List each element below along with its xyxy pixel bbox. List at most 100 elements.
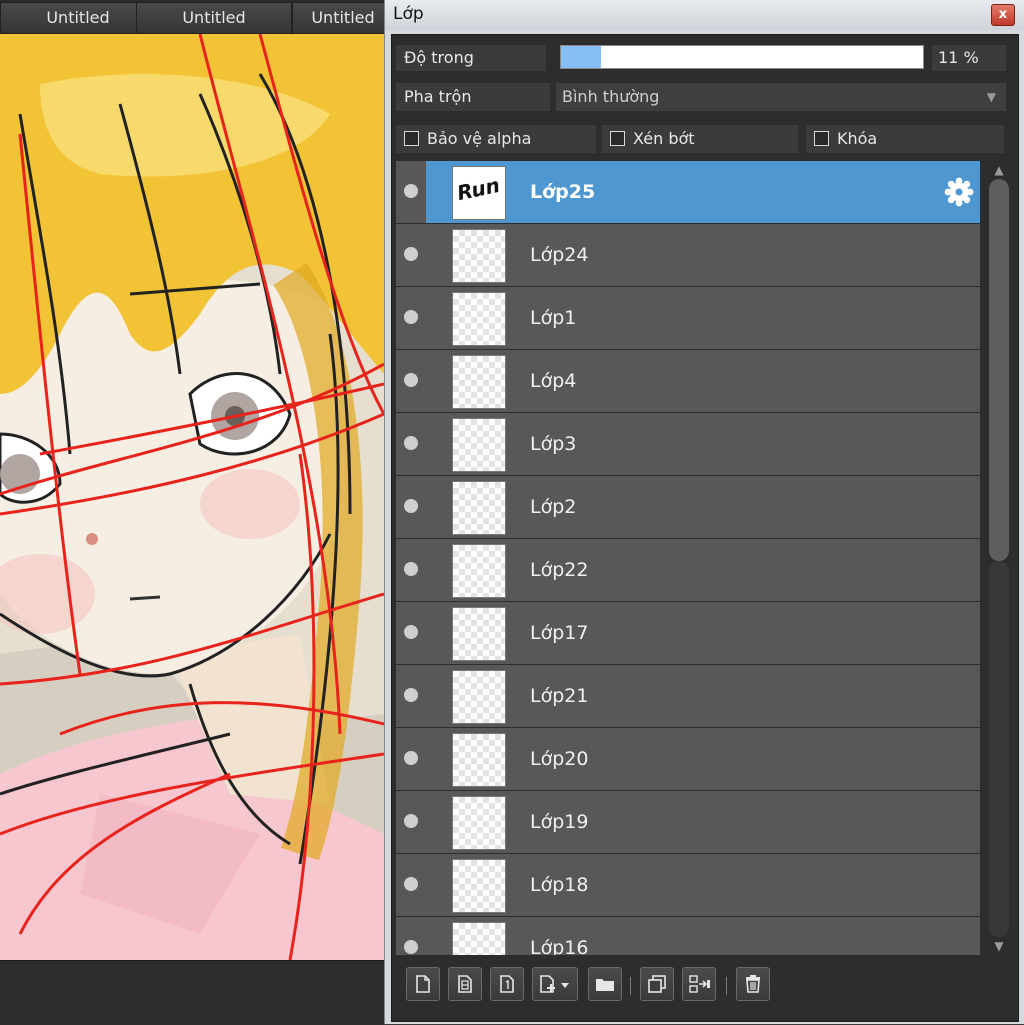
layer-name: Lớp22 (530, 559, 589, 581)
layer-name: Lớp3 (530, 433, 577, 455)
scroll-up-arrow-icon[interactable]: ▲ (990, 163, 1008, 177)
visibility-toggle[interactable] (396, 665, 426, 727)
opacity-slider[interactable] (560, 45, 924, 69)
visibility-toggle[interactable] (396, 854, 426, 916)
delete-layer-button[interactable] (736, 967, 770, 1001)
opacity-value[interactable]: 11 % (932, 45, 1006, 71)
drawing-canvas[interactable] (0, 34, 384, 960)
add-layer-menu-icon (540, 975, 569, 993)
lock-label: Khóa (837, 129, 878, 148)
layer-thumbnail (452, 544, 506, 598)
layer-thumbnail (452, 355, 506, 409)
layer-thumbnail (452, 418, 506, 472)
visibility-dot-icon (404, 184, 418, 198)
layer-row[interactable]: Lớp24 (396, 224, 980, 286)
visibility-dot-icon (404, 436, 418, 450)
new-layer-icon (416, 975, 430, 993)
visibility-dot-icon (404, 940, 418, 954)
scroll-track[interactable] (989, 561, 1009, 937)
panel-titlebar[interactable]: Lớp x (385, 0, 1024, 30)
visibility-dot-icon (404, 877, 418, 891)
document-tab-2[interactable]: Untitled (136, 2, 292, 34)
merge-down-icon (689, 975, 710, 993)
lock-option[interactable]: Khóa (806, 125, 1004, 153)
protect-alpha-option[interactable]: Bảo vệ alpha (396, 125, 596, 153)
visibility-toggle[interactable] (396, 602, 426, 664)
visibility-toggle[interactable] (396, 413, 426, 475)
visibility-toggle[interactable] (396, 287, 426, 349)
new-folder-button[interactable] (588, 967, 622, 1001)
clipping-option[interactable]: Xén bớt (602, 125, 798, 153)
thumbnail-text: Run (454, 172, 502, 206)
chevron-down-icon: ▼ (986, 90, 996, 104)
layer-panel: Lớp x Độ trong 11 % Pha trộn Bình thường… (384, 0, 1024, 1024)
visibility-toggle[interactable] (396, 161, 426, 223)
layer-row[interactable]: Lớp3 (396, 413, 980, 475)
layer-row[interactable]: Lớp20 (396, 728, 980, 790)
layer-thumbnail (452, 607, 506, 661)
visibility-toggle[interactable] (396, 224, 426, 286)
blend-mode-select[interactable]: Bình thường ▼ (556, 83, 1006, 111)
clipping-checkbox[interactable] (610, 131, 625, 146)
document-tabbar: Untitled Untitled Untitled (0, 0, 394, 35)
layer-thumbnail: Run (452, 166, 506, 220)
new-layer-button[interactable] (406, 967, 440, 1001)
visibility-toggle[interactable] (396, 476, 426, 538)
layer-name: Lớp17 (530, 622, 589, 644)
new-8bit-layer-button[interactable] (448, 967, 482, 1001)
layer-list[interactable]: Run Lớp25 Lớp24 Lớp1 Lớp4 Lớp3 Lớp2 Lớp22 Lớp17 L… (396, 161, 980, 955)
tab-label: Untitled (182, 8, 246, 27)
close-button[interactable]: x (991, 4, 1015, 26)
document-tab-3[interactable]: Untitled (292, 2, 394, 34)
layer-row[interactable]: Run Lớp25 (396, 161, 980, 223)
layer-row[interactable]: Lớp4 (396, 350, 980, 412)
panel-body: Độ trong 11 % Pha trộn Bình thường ▼ Bảo… (391, 34, 1019, 1022)
layer-thumbnail (452, 796, 506, 850)
blend-mode-value: Bình thường (562, 87, 660, 106)
visibility-dot-icon (404, 562, 418, 576)
layer-row[interactable]: Lớp18 (396, 854, 980, 916)
visibility-dot-icon (404, 310, 418, 324)
visibility-toggle[interactable] (396, 791, 426, 853)
layer-thumbnail (452, 859, 506, 913)
layer-row[interactable]: Lớp19 (396, 791, 980, 853)
artwork (0, 34, 384, 960)
add-layer-menu-button[interactable] (532, 967, 578, 1001)
layer-row[interactable]: Lớp21 (396, 665, 980, 727)
scroll-down-arrow-icon[interactable]: ▼ (990, 939, 1008, 953)
layer-name: Lớp25 (530, 181, 596, 203)
new-1bit-layer-button[interactable] (490, 967, 524, 1001)
layer-row[interactable]: Lớp2 (396, 476, 980, 538)
duplicate-layer-icon (648, 975, 666, 993)
visibility-dot-icon (404, 751, 418, 765)
opacity-label: Độ trong (396, 45, 546, 71)
layer-thumbnail (452, 670, 506, 724)
toolbar-divider (630, 977, 631, 995)
layer-row[interactable]: Lớp16 (396, 917, 980, 955)
blend-mode-label: Pha trộn (396, 83, 550, 111)
layer-name: Lớp19 (530, 811, 589, 833)
visibility-toggle[interactable] (396, 350, 426, 412)
document-tab-1[interactable]: Untitled (0, 2, 156, 34)
scroll-thumb[interactable] (989, 179, 1009, 561)
layer-row[interactable]: Lớp22 (396, 539, 980, 601)
layer-name: Lớp24 (530, 244, 589, 266)
layer-row[interactable]: Lớp1 (396, 287, 980, 349)
visibility-toggle[interactable] (396, 917, 426, 955)
layer-row[interactable]: Lớp17 (396, 602, 980, 664)
visibility-dot-icon (404, 247, 418, 261)
opacity-slider-fill (561, 46, 601, 68)
layer-name: Lớp16 (530, 937, 589, 955)
lock-checkbox[interactable] (814, 131, 829, 146)
layer-name: Lớp2 (530, 496, 577, 518)
visibility-toggle[interactable] (396, 539, 426, 601)
layer-name: Lớp1 (530, 307, 577, 329)
tab-label: Untitled (311, 8, 375, 27)
protect-alpha-checkbox[interactable] (404, 131, 419, 146)
layer-list-scrollbar[interactable]: ▲ ▼ (986, 161, 1012, 955)
layer-thumbnail (452, 733, 506, 787)
visibility-toggle[interactable] (396, 728, 426, 790)
gear-icon[interactable] (944, 177, 974, 207)
duplicate-layer-button[interactable] (640, 967, 674, 1001)
merge-down-button[interactable] (682, 967, 716, 1001)
